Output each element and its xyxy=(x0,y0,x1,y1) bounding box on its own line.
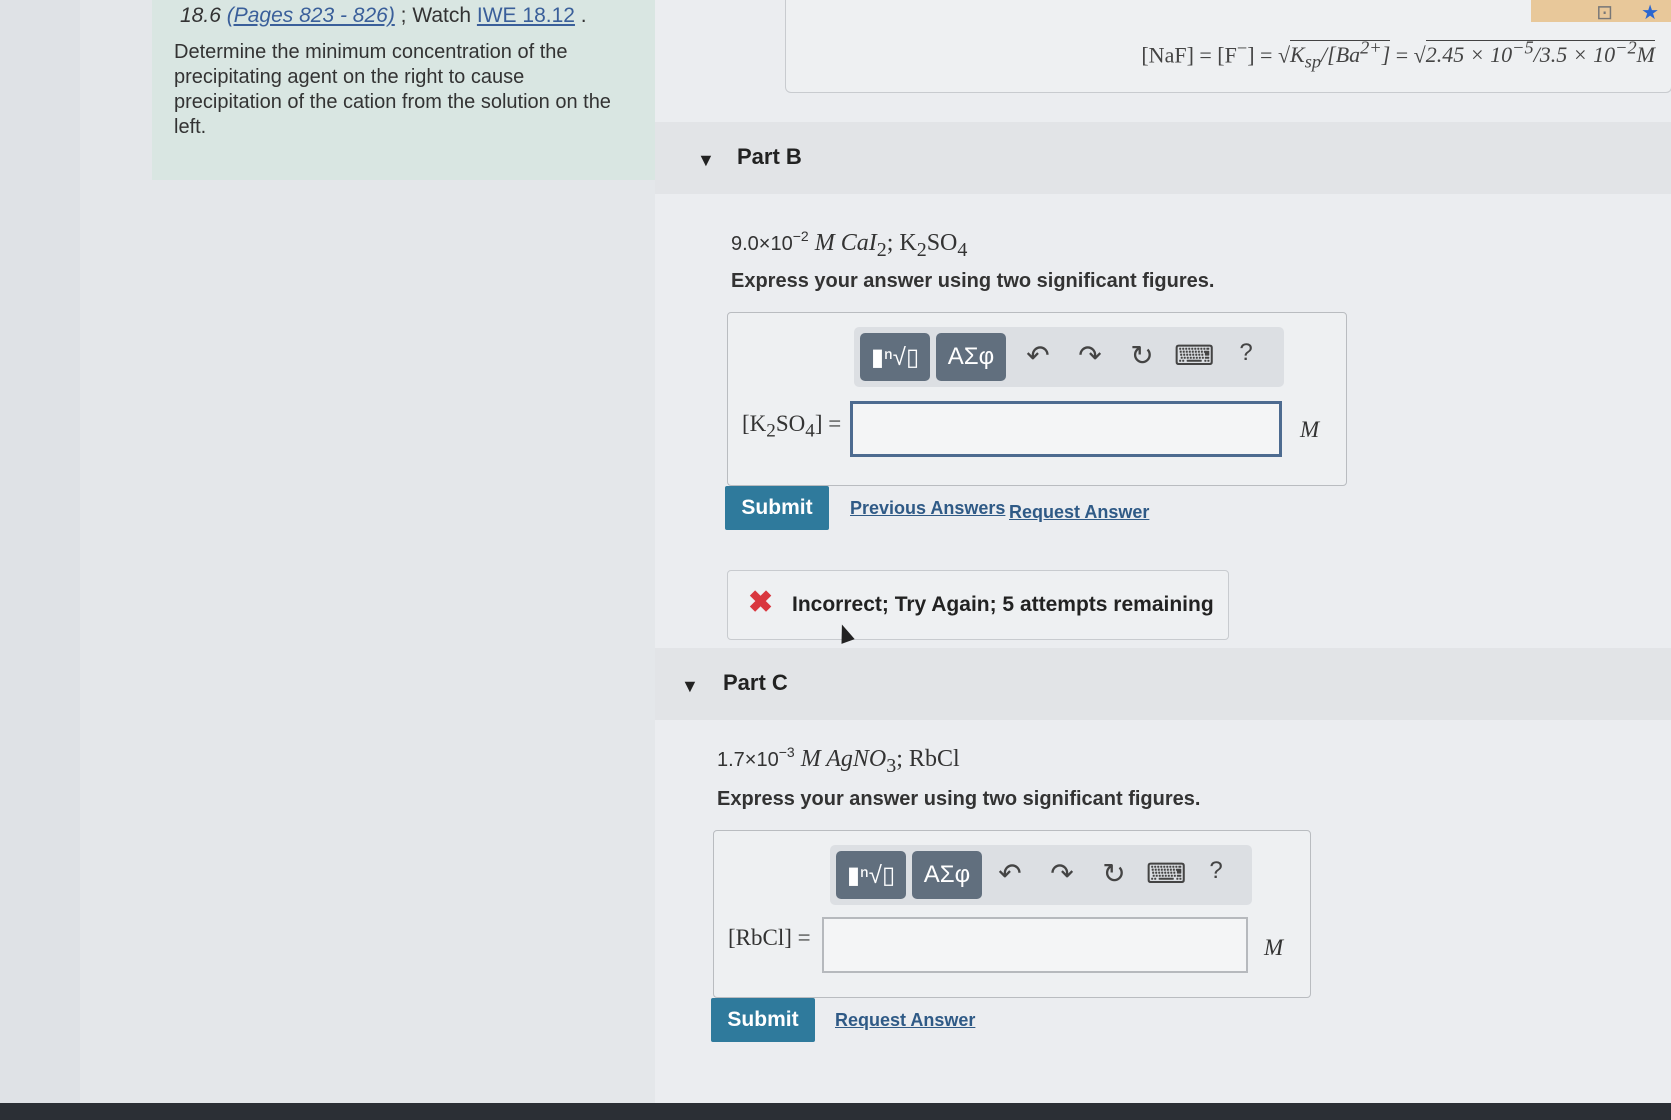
part-c-submit-button[interactable]: Submit xyxy=(711,998,815,1042)
part-b-answer-label: [K2SO4] = xyxy=(742,411,842,442)
iwe-link[interactable]: IWE 18.12 xyxy=(477,4,575,27)
problem-text: Determine the minimum concentration of t… xyxy=(174,41,611,138)
part-b-submit-button[interactable]: Submit xyxy=(725,486,829,530)
part-b-instructions: Express your answer using two significan… xyxy=(731,270,1215,292)
part-c-answer-input[interactable] xyxy=(822,917,1248,973)
greek-symbols-button[interactable]: ΑΣφ xyxy=(912,851,982,899)
part-b-math-toolbar: ▮ⁿ√▯ ΑΣφ ↶ ↷ ↻ ⌨ ? xyxy=(854,327,1284,387)
greek-symbols-button[interactable]: ΑΣφ xyxy=(936,333,1006,381)
part-c-question: 1.7×10−3 M AgNO3; RbCl xyxy=(717,744,960,777)
section-number: 18.6 xyxy=(180,4,227,27)
part-b-request-answer-link[interactable]: Request Answer xyxy=(1009,502,1149,523)
part-c-header[interactable]: ▼ Part C xyxy=(655,648,1671,720)
tab-icon[interactable]: ⊡ xyxy=(1596,2,1613,24)
help-icon[interactable]: ? xyxy=(1196,857,1236,885)
left-rail xyxy=(0,0,81,1120)
part-b-title: Part B xyxy=(737,144,802,169)
redo-icon[interactable]: ↷ xyxy=(1070,339,1110,372)
bottom-edge xyxy=(0,1103,1671,1120)
templates-button[interactable]: ▮ⁿ√▯ xyxy=(836,851,906,899)
collapse-part-c-icon[interactable]: ▼ xyxy=(681,676,699,697)
help-icon[interactable]: ? xyxy=(1226,339,1266,367)
keyboard-icon[interactable]: ⌨ xyxy=(1146,857,1186,890)
problem-reference: 18.6 (Pages 823 - 826) ; Watch IWE 18.12… xyxy=(180,4,587,28)
part-c-answer-box: ▮ⁿ√▯ ΑΣφ ↶ ↷ ↻ ⌨ ? [RbCl] = M xyxy=(713,830,1311,998)
browser-top-icons: ⊡ ★ xyxy=(1568,0,1659,25)
reset-icon[interactable]: ↻ xyxy=(1122,339,1162,372)
star-icon[interactable]: ★ xyxy=(1641,2,1659,24)
problem-intro: 18.6 (Pages 823 - 826) ; Watch IWE 18.12… xyxy=(152,0,658,180)
part-c-unit: M xyxy=(1264,935,1284,960)
collapse-part-b-icon[interactable]: ▼ xyxy=(697,150,715,171)
parts-pane: [NaF] = [F−] = √Ksp/[Ba2+] = √2.45 × 10−… xyxy=(655,0,1671,1120)
feedback-message: Incorrect; Try Again; 5 attempts remaini… xyxy=(792,593,1214,616)
part-b-header[interactable]: ▼ Part B xyxy=(655,122,1671,194)
undo-icon[interactable]: ↶ xyxy=(1018,339,1058,372)
part-c-instructions: Express your answer using two significan… xyxy=(717,788,1201,810)
part-c-math-toolbar: ▮ⁿ√▯ ΑΣφ ↶ ↷ ↻ ⌨ ? xyxy=(830,845,1252,905)
part-c-answer-label: [RbCl] = xyxy=(728,925,811,950)
redo-icon[interactable]: ↷ xyxy=(1042,857,1082,890)
part-b-question: 9.0×10−2 M CaI2; K2SO4 xyxy=(731,228,968,261)
templates-button[interactable]: ▮ⁿ√▯ xyxy=(860,333,930,381)
previous-answers-link[interactable]: Previous Answers xyxy=(850,498,1005,519)
reset-icon[interactable]: ↻ xyxy=(1094,857,1134,890)
part-b-answer-box: ▮ⁿ√▯ ΑΣφ ↶ ↷ ↻ ⌨ ? [K2SO4] = M xyxy=(727,312,1347,486)
watch-suffix: . xyxy=(574,4,587,27)
keyboard-icon[interactable]: ⌨ xyxy=(1174,339,1214,372)
pages-link[interactable]: (Pages 823 - 826) xyxy=(227,4,395,27)
part-c-request-answer-link[interactable]: Request Answer xyxy=(835,1010,975,1031)
part-b-answer-input[interactable] xyxy=(850,401,1282,457)
part-c-title: Part C xyxy=(723,670,788,695)
watch-text: ; Watch xyxy=(394,4,477,27)
incorrect-icon: ✖ xyxy=(748,586,774,619)
solution-formula: [NaF] = [F−] = √Ksp/[Ba2+] = √2.45 × 10−… xyxy=(1141,38,1655,72)
part-b-unit: M xyxy=(1300,417,1320,442)
part-b-feedback: ✖ Incorrect; Try Again; 5 attempts remai… xyxy=(727,570,1229,640)
undo-icon[interactable]: ↶ xyxy=(990,857,1030,890)
